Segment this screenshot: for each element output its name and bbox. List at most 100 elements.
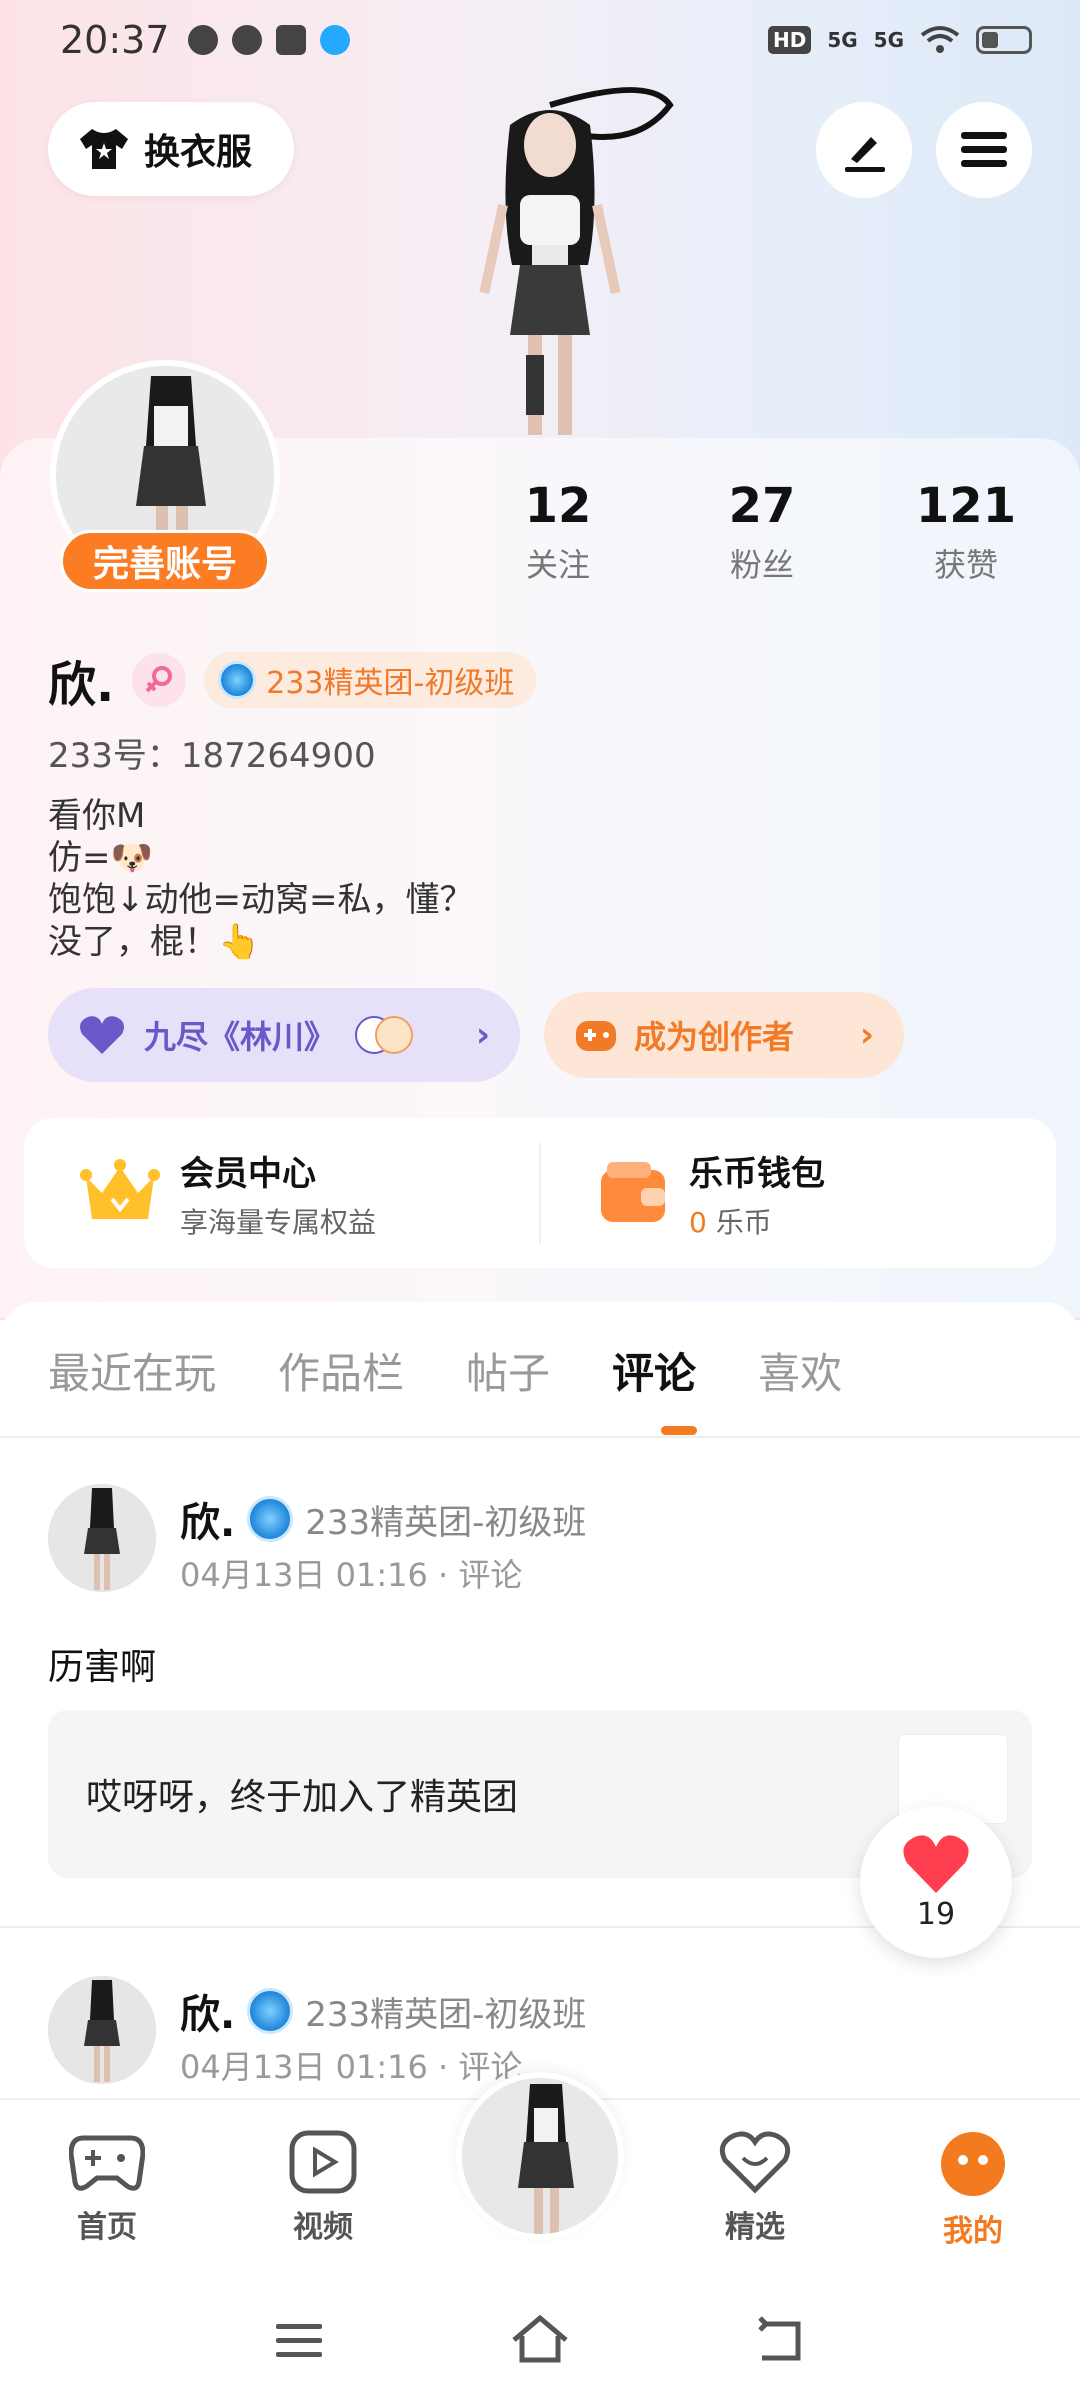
medal-icon bbox=[218, 661, 257, 699]
signal-icon: 5G bbox=[873, 28, 904, 52]
video-play-icon bbox=[289, 2130, 357, 2194]
back-icon[interactable] bbox=[752, 2310, 812, 2370]
wifi-icon bbox=[920, 26, 960, 53]
status-time: 20:37 bbox=[60, 18, 170, 62]
profile-name: 欣. bbox=[48, 657, 115, 713]
comment-header: 欣. 233精英团-初级班 bbox=[180, 1982, 586, 2040]
relationship-pill[interactable]: 九尽《林川》 › bbox=[48, 988, 520, 1082]
avatar-figure-icon bbox=[48, 1976, 156, 2084]
tab-comments[interactable]: 评论 bbox=[612, 1340, 696, 1401]
tab-recently-played[interactable]: 最近在玩 bbox=[48, 1340, 216, 1401]
become-creator-button[interactable]: 成为创作者 › bbox=[544, 992, 904, 1078]
following-count: 12 bbox=[524, 478, 592, 534]
game-controller-icon bbox=[576, 1021, 616, 1051]
nav-featured-label: 精选 bbox=[725, 2210, 785, 2245]
me-face-icon bbox=[941, 2132, 1005, 2196]
comment-author[interactable]: 欣. bbox=[180, 1982, 235, 2040]
female-gender-icon bbox=[132, 653, 187, 707]
nav-video-label: 视频 bbox=[293, 2210, 353, 2245]
message-icon bbox=[187, 25, 218, 55]
likes-count: 121 bbox=[915, 478, 1017, 534]
qq-icon bbox=[319, 25, 350, 55]
comment-avatar[interactable] bbox=[48, 1484, 156, 1592]
change-outfit-button[interactable]: 换衣服 bbox=[48, 102, 294, 196]
member-center-title: 会员中心 bbox=[180, 1153, 316, 1194]
likes-label: 获赞 bbox=[933, 546, 998, 584]
menu-button[interactable] bbox=[936, 102, 1032, 198]
wallet-entry[interactable]: 乐币钱包 0 乐币 bbox=[541, 1146, 1056, 1241]
member-center-subtitle: 享海量专属权益 bbox=[180, 1205, 377, 1239]
battery-icon bbox=[976, 26, 1032, 54]
tabs-divider bbox=[0, 1436, 1080, 1438]
like-count: 19 bbox=[916, 1896, 956, 1932]
avatar-figure-icon bbox=[48, 1484, 156, 1592]
nav-featured[interactable]: 精选 bbox=[680, 2130, 830, 2246]
nav-home-label: 首页 bbox=[77, 2210, 137, 2245]
profile-action-pills: 九尽《林川》 › 成为创作者 › bbox=[48, 988, 904, 1082]
bio-line: 仿=🐶 bbox=[48, 838, 153, 878]
nav-video[interactable]: 视频 bbox=[248, 2130, 398, 2246]
crown-icon bbox=[80, 1159, 160, 1219]
home-icon[interactable] bbox=[510, 2310, 570, 2370]
medal-icon bbox=[247, 1988, 294, 2034]
hd-icon: HD bbox=[767, 26, 812, 54]
comment-text: 历害啊 bbox=[48, 1647, 157, 1688]
wallet-icon bbox=[601, 1162, 665, 1222]
nav-me-label: 我的 bbox=[943, 2214, 1003, 2249]
nav-center-avatar[interactable] bbox=[456, 2072, 624, 2240]
fans-label: 粉丝 bbox=[729, 546, 794, 584]
like-button[interactable]: 19 bbox=[860, 1806, 1012, 1958]
tab-posts[interactable]: 帖子 bbox=[466, 1340, 550, 1401]
status-bar: 20:37 HD 5G 5G bbox=[0, 0, 1080, 80]
signal-icon: 5G bbox=[827, 28, 858, 52]
change-outfit-label: 换衣服 bbox=[144, 132, 253, 173]
following-label: 关注 bbox=[525, 546, 590, 584]
recent-apps-icon[interactable] bbox=[270, 2310, 330, 2370]
character-avatar-3d[interactable] bbox=[400, 85, 700, 440]
chevron-right-icon: › bbox=[475, 1015, 490, 1055]
user-id: 233号：187264900 bbox=[48, 736, 376, 776]
nav-home[interactable]: 首页 bbox=[32, 2130, 182, 2246]
become-creator-label: 成为创作者 bbox=[634, 1018, 795, 1056]
app-notification-icon bbox=[231, 25, 262, 55]
member-wallet-card: 会员中心 享海量专属权益 乐币钱包 0 乐币 bbox=[24, 1118, 1056, 1268]
tab-works[interactable]: 作品栏 bbox=[278, 1340, 404, 1401]
comment-meta: 04月13日 01:16 · 评论 bbox=[180, 1556, 523, 1594]
comment-author-group: 233精英团-初级班 bbox=[305, 1994, 587, 2035]
featured-heart-icon bbox=[719, 2131, 791, 2194]
comment-header: 欣. 233精英团-初级班 bbox=[180, 1490, 586, 1548]
fans-stat[interactable]: 27 粉丝 bbox=[682, 478, 842, 586]
square-notification-icon bbox=[275, 25, 306, 55]
tab-likes[interactable]: 喜欢 bbox=[758, 1340, 842, 1401]
nav-me[interactable]: 我的 bbox=[898, 2130, 1048, 2250]
comment-author-group: 233精英团-初级班 bbox=[305, 1502, 587, 1543]
profile-bio: 看你M 仿=🐶 饱饱↓动他=动窝=私，懂？ 没了，棍！👆 bbox=[48, 795, 473, 963]
shirt-icon bbox=[80, 129, 128, 169]
member-center-entry[interactable]: 会员中心 享海量专属权益 bbox=[24, 1146, 539, 1241]
profile-name-row: 欣. 233精英团-初级班 bbox=[48, 645, 537, 715]
heart-icon bbox=[903, 1834, 969, 1893]
complete-account-button[interactable]: 完善账号 bbox=[60, 530, 270, 592]
following-stat[interactable]: 12 关注 bbox=[478, 478, 638, 586]
content-tabs: 最近在玩 作品栏 帖子 评论 喜欢 bbox=[48, 1340, 842, 1401]
heart-icon bbox=[80, 1016, 124, 1054]
elite-group-badge[interactable]: 233精英团-初级班 bbox=[204, 652, 537, 708]
relationship-label: 九尽《林川》 bbox=[144, 1018, 337, 1056]
edit-pen-icon bbox=[845, 137, 885, 172]
comment-avatar[interactable] bbox=[48, 1976, 156, 2084]
edit-button[interactable] bbox=[816, 102, 912, 198]
likes-stat[interactable]: 121 获赞 bbox=[886, 478, 1046, 586]
couple-avatars-icon bbox=[355, 1016, 414, 1054]
bio-line: 没了，棍！👆 bbox=[48, 922, 261, 962]
bio-line: 看你M bbox=[48, 796, 146, 836]
wallet-unit: 乐币 bbox=[715, 1205, 772, 1239]
elite-group-label: 233精英团-初级班 bbox=[266, 666, 515, 701]
wallet-amount: 0 bbox=[689, 1205, 707, 1239]
hamburger-menu-icon bbox=[961, 132, 1007, 167]
fans-count: 27 bbox=[728, 478, 796, 534]
medal-icon bbox=[247, 1496, 294, 1542]
chevron-right-icon: › bbox=[859, 1015, 874, 1055]
comment-meta: 04月13日 01:16 · 评论 bbox=[180, 2048, 523, 2086]
comment-author[interactable]: 欣. bbox=[180, 1490, 235, 1548]
gamepad-icon bbox=[69, 2135, 145, 2191]
